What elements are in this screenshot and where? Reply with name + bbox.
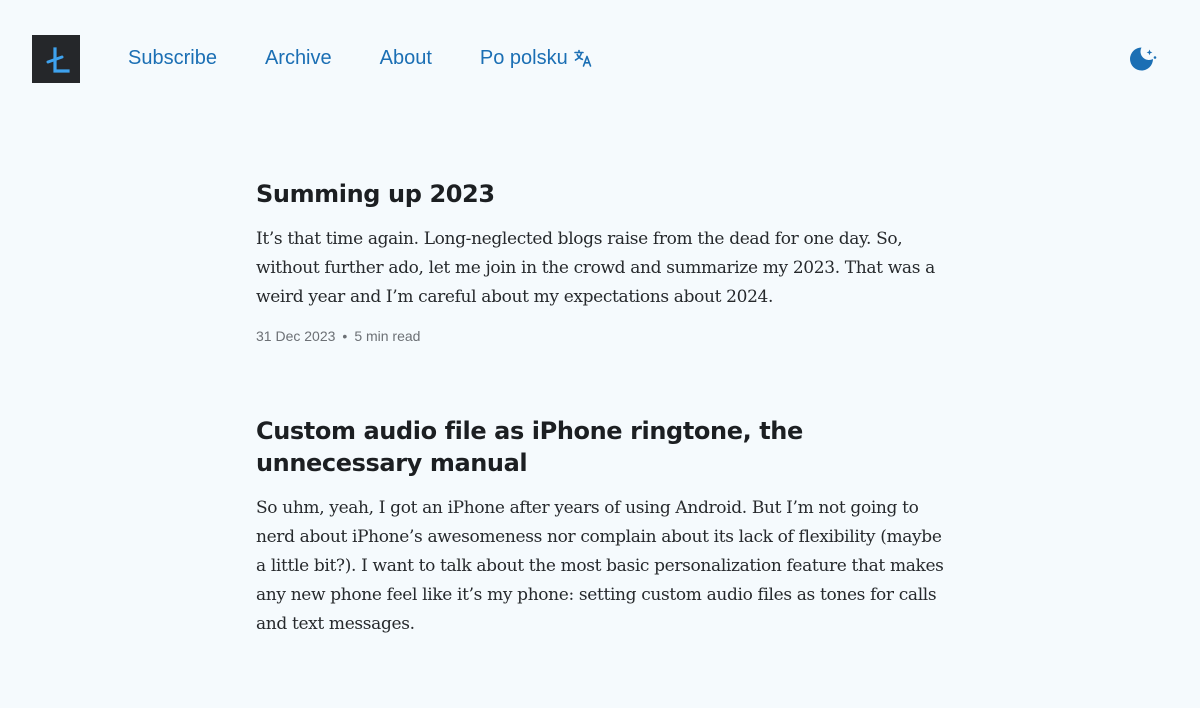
site-header: Subscribe Archive About Po polsku <box>0 0 1200 116</box>
logo-icon[interactable] <box>32 35 80 83</box>
nav-language-label: Po polsku <box>479 47 568 69</box>
main-nav: Subscribe Archive About Po polsku <box>128 45 593 71</box>
nav-about-link[interactable]: About <box>380 45 432 71</box>
meta-separator: • <box>342 328 348 344</box>
theme-toggle-button[interactable] <box>1130 46 1158 72</box>
post-read-time: 5 min read <box>354 328 421 344</box>
post-date: 31 Dec 2023 <box>256 328 336 344</box>
post-item: Summing up 2023 It’s that time again. Lo… <box>256 178 946 346</box>
moon-icon <box>1130 47 1158 76</box>
nav-language-link[interactable]: Po polsku <box>480 45 593 71</box>
post-title[interactable]: Summing up 2023 <box>256 178 946 210</box>
post-list: Summing up 2023 It’s that time again. Lo… <box>256 178 946 708</box>
post-excerpt: So uhm, yeah, I got an iPhone after year… <box>256 498 944 634</box>
post-title[interactable]: Custom audio file as iPhone ringtone, th… <box>256 415 946 479</box>
post-item: Custom audio file as iPhone ringtone, th… <box>256 415 946 639</box>
post-excerpt: It’s that time again. Long-neglected blo… <box>256 229 935 307</box>
nav-subscribe-link[interactable]: Subscribe <box>128 45 217 71</box>
translate-icon <box>573 48 593 68</box>
post-meta: 31 Dec 2023 • 5 min read <box>256 326 946 346</box>
nav-archive-link[interactable]: Archive <box>265 45 332 71</box>
